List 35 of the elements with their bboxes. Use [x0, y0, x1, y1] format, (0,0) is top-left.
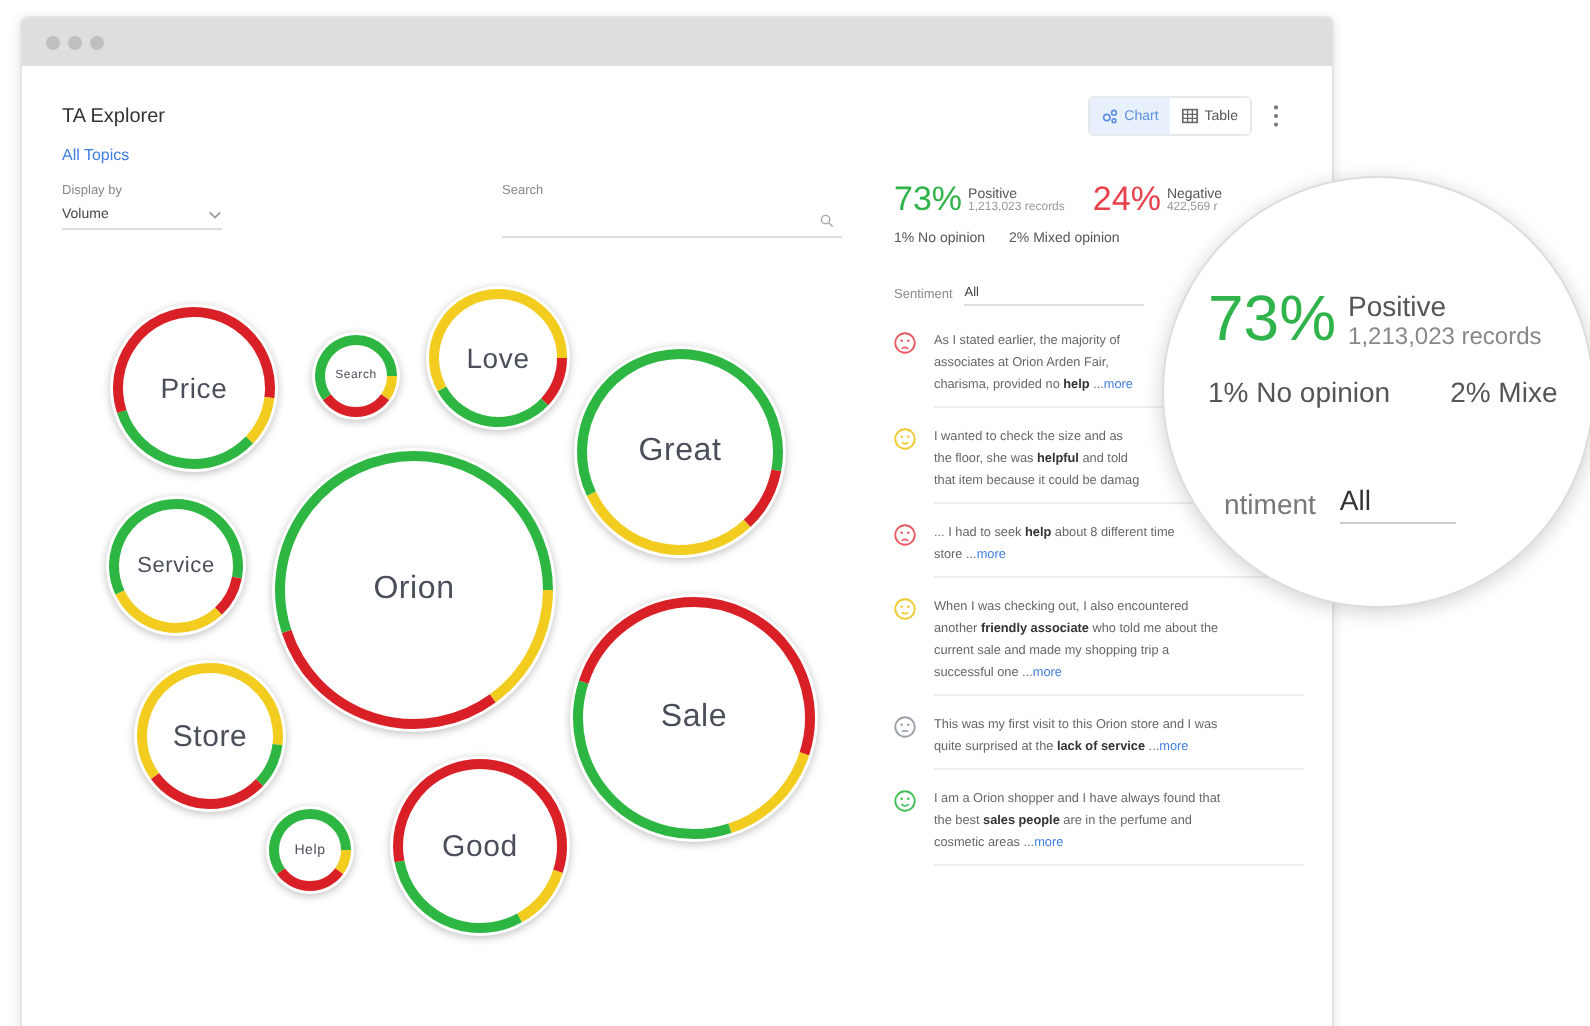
- bubble-chart-icon: [1102, 108, 1119, 124]
- sentiment-dropdown[interactable]: All: [1339, 484, 1456, 524]
- minor-stat: 2% Mixe: [1450, 376, 1558, 408]
- window-control-dot[interactable]: [90, 35, 104, 49]
- sentiment-percent: 24%: [1092, 180, 1161, 220]
- topic-label: Good: [442, 829, 518, 863]
- topic-bubble[interactable]: Price: [110, 304, 278, 472]
- topic-label: Sale: [660, 700, 728, 736]
- window-control-dot[interactable]: [68, 35, 82, 49]
- sentiment-percent: 73%: [894, 180, 963, 220]
- search-icon: [820, 213, 834, 227]
- topic-bubble[interactable]: Service: [106, 496, 246, 636]
- topic-label: Orion: [373, 572, 455, 608]
- topic-label: Love: [466, 342, 530, 374]
- sentiment-label: Positive: [1348, 289, 1449, 321]
- topic-label: Store: [172, 719, 248, 753]
- sentiment-ring-drawing: [312, 332, 400, 420]
- sentiment-ring-drawing: [426, 286, 570, 430]
- topic-bubble[interactable]: Sale: [570, 594, 818, 842]
- record-count: 1,213,023 records: [1348, 321, 1542, 349]
- table-icon: [1182, 108, 1199, 124]
- sentiment-ring-drawing: [106, 496, 246, 636]
- window-title: TA Explorer: [62, 105, 165, 127]
- topic-bubble[interactable]: Store: [134, 660, 286, 812]
- chevron-down-icon: [208, 210, 222, 220]
- all-topics-link[interactable]: All Topics: [62, 146, 1292, 164]
- topic-label: Price: [160, 372, 228, 404]
- topic-bubble[interactable]: Great: [574, 346, 786, 558]
- topic-bubble[interactable]: Good: [390, 756, 570, 936]
- topic-label: Great: [638, 434, 722, 470]
- window-control-dot[interactable]: [46, 35, 60, 49]
- topic-label: Service: [137, 554, 215, 578]
- topic-bubble[interactable]: Orion: [272, 448, 556, 732]
- topic-bubble[interactable]: Love: [426, 286, 570, 430]
- more-options-icon[interactable]: [1272, 104, 1280, 128]
